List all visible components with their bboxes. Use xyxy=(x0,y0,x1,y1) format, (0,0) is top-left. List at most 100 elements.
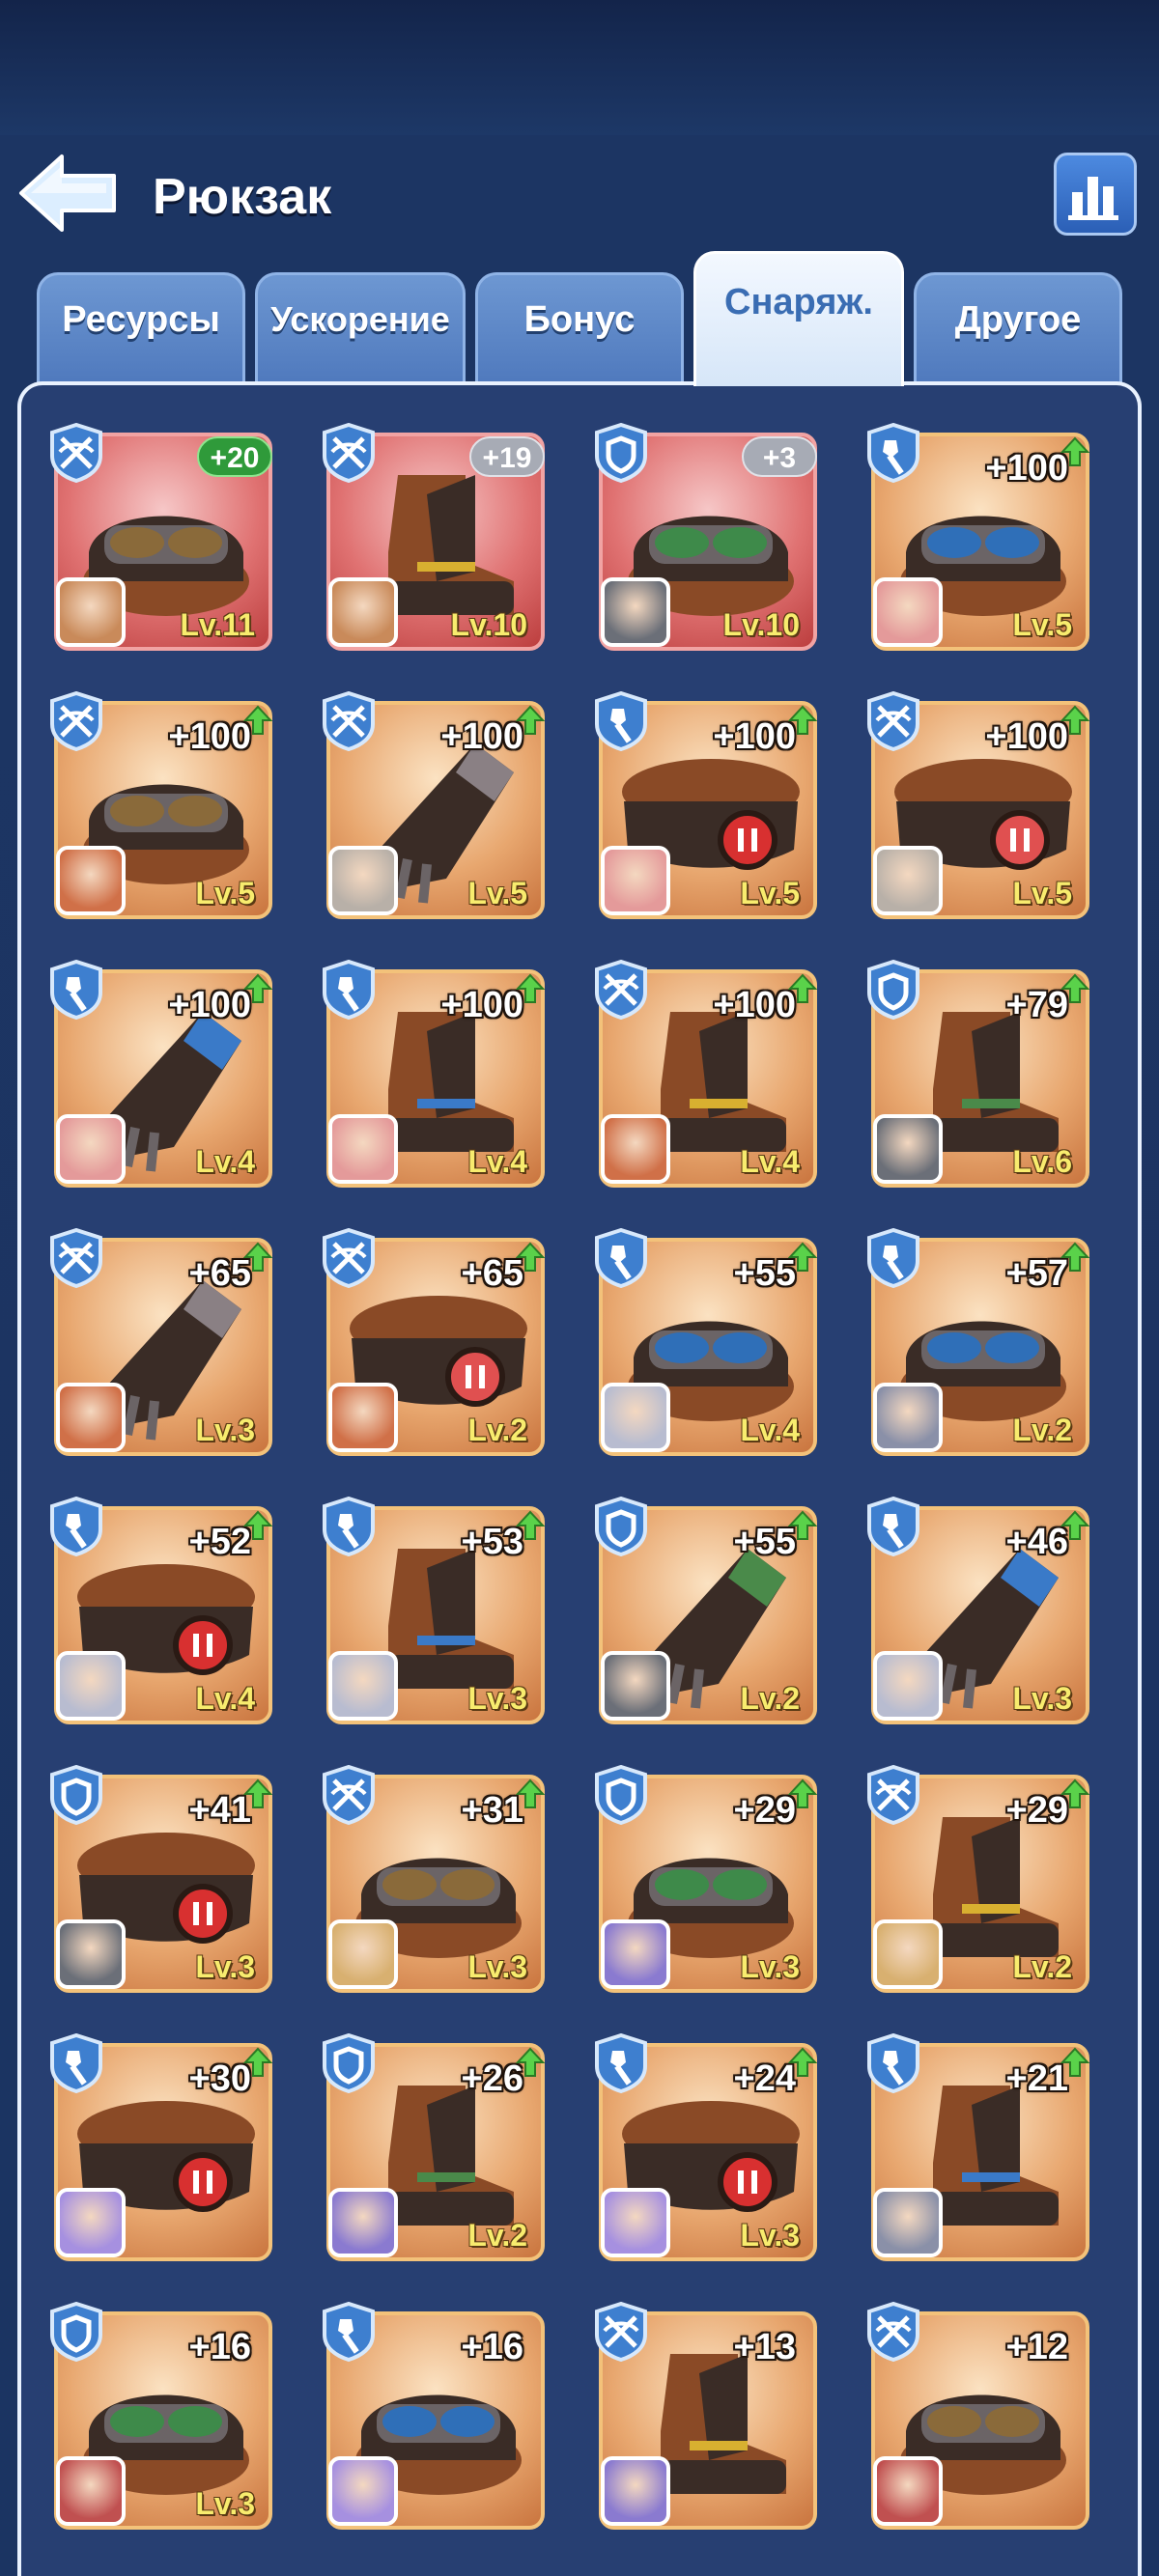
gear-item-card[interactable]: +16 Lv.3 xyxy=(46,2302,272,2534)
tab-speedup[interactable]: Ускорение xyxy=(255,272,466,384)
power-gain-label: +53 xyxy=(461,1522,523,1562)
tab-gear[interactable]: Снаряж. xyxy=(693,251,904,386)
power-gain-label: +55 xyxy=(733,1253,796,1294)
gear-item-card[interactable]: +100 Lv.5 xyxy=(863,691,1089,923)
gear-level-label: Lv.5 xyxy=(467,876,527,910)
gear-item-card[interactable]: +55 Lv.2 xyxy=(591,1497,817,1728)
upgrade-arrow-icon xyxy=(788,2047,817,2077)
power-gain-label: +13 xyxy=(733,2327,796,2367)
power-gain-label: +65 xyxy=(461,1253,523,1294)
upgrade-arrow-icon xyxy=(243,705,272,735)
gear-level-label: Lv.4 xyxy=(467,1144,527,1179)
power-gain-label: +16 xyxy=(188,2327,251,2367)
gear-item-card[interactable]: +52 Lv.4 xyxy=(46,1497,272,1728)
gear-item-card[interactable]: +26 Lv.2 xyxy=(319,2033,545,2265)
upgrade-arrow-icon xyxy=(243,1778,272,1808)
gear-item-card[interactable]: +20 Lv.11 xyxy=(46,423,272,655)
hero-avatar xyxy=(873,1114,943,1184)
power-gain-label: +26 xyxy=(461,2058,523,2099)
upgrade-arrow-icon xyxy=(1060,1242,1089,1272)
gear-item-card[interactable]: +16 xyxy=(319,2302,545,2534)
gear-item-card[interactable]: +100 Lv.5 xyxy=(863,423,1089,655)
gear-item-card[interactable]: +100 Lv.5 xyxy=(319,691,545,923)
hero-avatar xyxy=(328,1383,398,1452)
upgrade-arrow-icon xyxy=(1060,705,1089,735)
gear-level-label: Lv.5 xyxy=(195,876,255,910)
gear-item-card[interactable]: +100 Lv.4 xyxy=(46,960,272,1191)
shovel-class-icon xyxy=(50,960,102,1020)
gear-item-card[interactable]: +65 Lv.3 xyxy=(46,1228,272,1460)
power-gain-label: +100 xyxy=(985,448,1068,489)
gear-level-label: Lv.2 xyxy=(467,1413,527,1447)
gear-item-card[interactable]: +13 xyxy=(591,2302,817,2534)
gear-level-label: Lv.5 xyxy=(1012,607,1072,642)
gear-item-card[interactable]: +100 Lv.5 xyxy=(591,691,817,923)
crossbow-class-icon xyxy=(50,423,102,483)
power-gain-label: +65 xyxy=(188,1253,251,1294)
gear-item-card[interactable]: +29 Lv.3 xyxy=(591,1765,817,1997)
gear-item-card[interactable]: +53 Lv.3 xyxy=(319,1497,545,1728)
hero-avatar xyxy=(873,2188,943,2257)
power-gain-label: +55 xyxy=(733,1522,796,1562)
shovel-class-icon xyxy=(867,423,919,483)
tab-resources[interactable]: Ресурсы xyxy=(37,272,245,384)
gear-item-card[interactable]: +19 Lv.10 xyxy=(319,423,545,655)
hero-avatar xyxy=(56,1651,126,1721)
power-badge: +3 xyxy=(742,436,817,477)
hero-avatar xyxy=(56,2456,126,2526)
upgrade-arrow-icon xyxy=(788,705,817,735)
shield-class-icon xyxy=(867,960,919,1020)
gear-item-card[interactable]: +31 Lv.3 xyxy=(319,1765,545,1997)
hero-avatar xyxy=(873,577,943,647)
gear-item-card[interactable]: +55 Lv.4 xyxy=(591,1228,817,1460)
gear-item-card[interactable]: +100 Lv.4 xyxy=(319,960,545,1191)
gear-level-label: Lv.2 xyxy=(1012,1949,1072,1984)
tab-other[interactable]: Другое xyxy=(914,272,1122,384)
bar-chart-icon xyxy=(1068,177,1118,220)
gear-item-card[interactable]: +12 xyxy=(863,2302,1089,2534)
gear-item-card[interactable]: +41 Lv.3 xyxy=(46,1765,272,1997)
shovel-class-icon xyxy=(867,1228,919,1288)
gear-level-label: Lv.2 xyxy=(740,1681,800,1716)
power-gain-label: +41 xyxy=(188,1790,251,1831)
gear-item-card[interactable]: +79 Lv.6 xyxy=(863,960,1089,1191)
gear-item-card[interactable]: +57 Lv.2 xyxy=(863,1228,1089,1460)
gear-level-label: Lv.3 xyxy=(195,2486,255,2521)
gear-item-card[interactable]: +100 Lv.4 xyxy=(591,960,817,1191)
crossbow-class-icon xyxy=(323,1228,375,1288)
upgrade-arrow-icon xyxy=(788,1242,817,1272)
power-gain-label: +100 xyxy=(168,716,251,757)
tab-bonus[interactable]: Бонус xyxy=(475,272,684,384)
hero-avatar xyxy=(56,1919,126,1989)
status-bar-area xyxy=(0,0,1159,135)
hero-avatar xyxy=(873,1383,943,1452)
shovel-class-icon xyxy=(323,1497,375,1556)
hero-avatar xyxy=(873,1919,943,1989)
power-gain-label: +52 xyxy=(188,1522,251,1562)
gear-level-label: Lv.2 xyxy=(467,2218,527,2253)
power-gain-label: +100 xyxy=(713,716,796,757)
crossbow-class-icon xyxy=(323,1765,375,1825)
gear-level-label: Lv.10 xyxy=(450,607,527,642)
gear-level-label: Lv.10 xyxy=(722,607,800,642)
header: Рюкзак xyxy=(0,135,1159,251)
crossbow-class-icon xyxy=(50,691,102,751)
shield-class-icon xyxy=(595,423,647,483)
hero-avatar xyxy=(601,2188,670,2257)
back-button[interactable] xyxy=(14,145,120,241)
upgrade-arrow-icon xyxy=(516,1510,545,1540)
gear-item-card[interactable]: +3 Lv.10 xyxy=(591,423,817,655)
hero-avatar xyxy=(56,1383,126,1452)
gear-item-card[interactable]: +24 Lv.3 xyxy=(591,2033,817,2265)
shovel-class-icon xyxy=(323,2302,375,2362)
gear-item-card[interactable]: +100 Lv.5 xyxy=(46,691,272,923)
stats-button[interactable] xyxy=(1054,153,1137,236)
hero-avatar xyxy=(56,1114,126,1184)
gear-item-card[interactable]: +65 Lv.2 xyxy=(319,1228,545,1460)
gear-item-card[interactable]: +29 Lv.2 xyxy=(863,1765,1089,1997)
power-gain-label: +46 xyxy=(1005,1522,1068,1562)
gear-item-card[interactable]: +30 xyxy=(46,2033,272,2265)
power-gain-label: +100 xyxy=(440,716,523,757)
gear-item-card[interactable]: +21 xyxy=(863,2033,1089,2265)
gear-item-card[interactable]: +46 Lv.3 xyxy=(863,1497,1089,1728)
